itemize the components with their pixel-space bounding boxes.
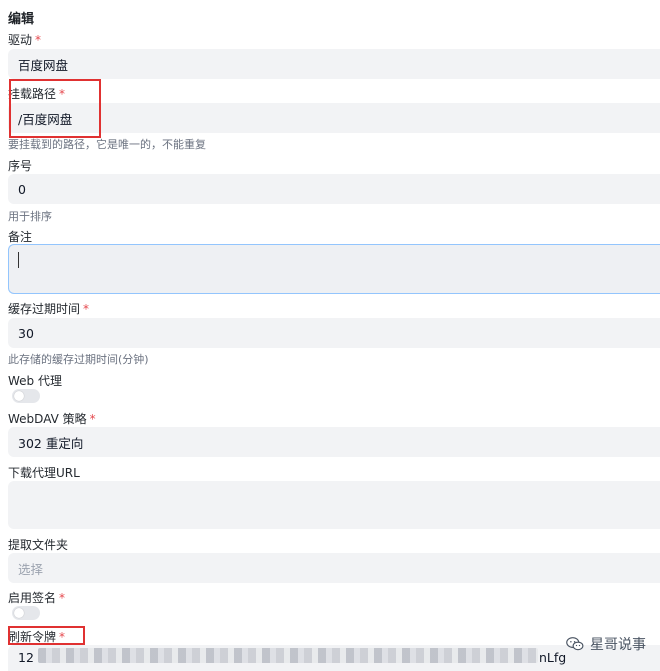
download-proxy-url-textarea[interactable] <box>8 481 660 529</box>
remark-label: 备注 <box>8 230 33 244</box>
refresh-token-suffix: nLfg <box>539 650 567 665</box>
cache-expiration-label: 缓存过期时间 * <box>8 302 90 316</box>
watermark-text: 星哥说事 <box>590 637 646 653</box>
highlight-box-refresh-token <box>8 626 85 645</box>
required-mark: * <box>35 33 42 47</box>
remark-textarea[interactable] <box>8 244 660 294</box>
web-proxy-label: Web 代理 <box>8 374 62 388</box>
webdav-policy-label: WebDAV 策略 * <box>8 412 96 426</box>
webdav-policy-value: 302 重定向 <box>18 435 84 451</box>
watermark: 星哥说事 <box>566 634 646 654</box>
webdav-policy-select[interactable]: 302 重定向 <box>8 427 660 457</box>
enable-sign-toggle[interactable] <box>12 606 40 620</box>
refresh-token-input[interactable]: 12 nLfg <box>8 645 660 671</box>
order-value: 0 <box>18 181 26 197</box>
wechat-icon <box>566 637 584 651</box>
extract-folder-placeholder: 选择 <box>18 561 44 577</box>
driver-value: 百度网盘 <box>18 57 69 73</box>
highlight-box-mount-path <box>9 79 101 138</box>
web-proxy-toggle[interactable] <box>12 389 40 403</box>
extract-folder-label: 提取文件夹 <box>8 538 69 552</box>
page-title: 编辑 <box>8 12 35 27</box>
order-label: 序号 <box>8 159 33 173</box>
required-mark: * <box>89 412 96 426</box>
driver-select[interactable]: 百度网盘 <box>8 49 660 79</box>
driver-label: 驱动 * <box>8 33 42 47</box>
required-mark: * <box>83 302 90 316</box>
download-proxy-url-label: 下载代理URL <box>8 466 80 480</box>
cache-expiration-value: 30 <box>18 325 34 341</box>
redacted-token-blur <box>38 648 538 663</box>
enable-sign-label: 启用签名 * <box>8 591 66 605</box>
required-mark: * <box>59 591 66 605</box>
mount-path-input[interactable]: /百度网盘 <box>8 103 660 133</box>
text-caret <box>18 252 19 268</box>
refresh-token-prefix: 12 <box>18 650 34 665</box>
toggle-knob <box>14 391 24 401</box>
order-input[interactable]: 0 <box>8 174 660 204</box>
cache-expiration-help: 此存储的缓存过期时间(分钟) <box>8 353 149 366</box>
order-help: 用于排序 <box>8 210 52 223</box>
cache-expiration-input[interactable]: 30 <box>8 318 660 348</box>
extract-folder-select[interactable]: 选择 <box>8 553 660 583</box>
mount-path-help: 要挂载到的路径，它是唯一的，不能重复 <box>8 138 206 151</box>
toggle-knob <box>14 608 24 618</box>
